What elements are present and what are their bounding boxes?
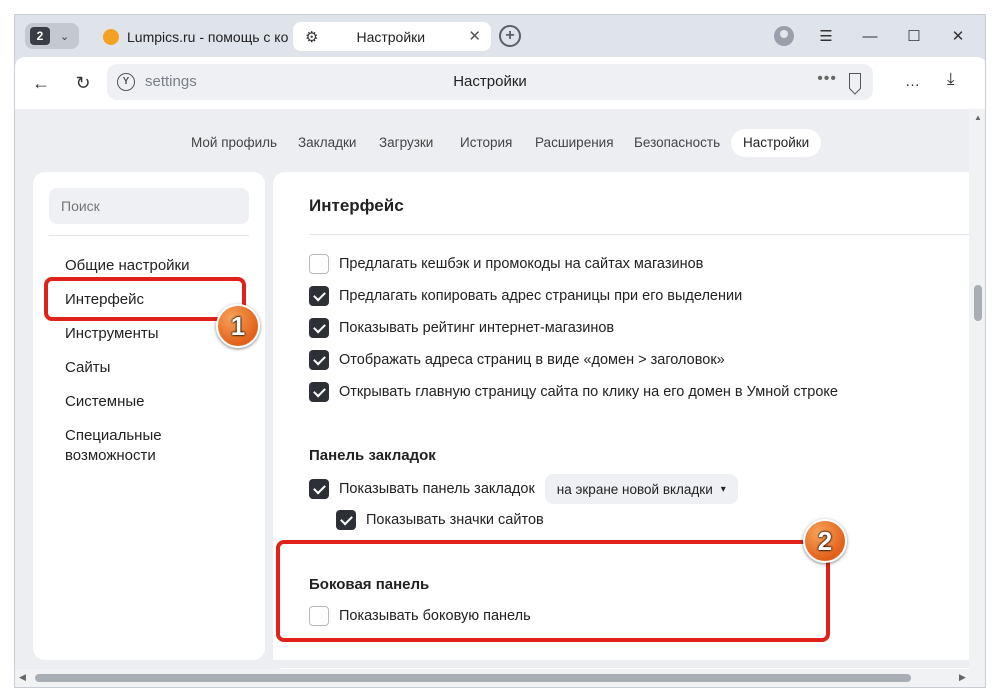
- checkbox[interactable]: [309, 350, 329, 370]
- tab-my-profile[interactable]: Мой профиль: [191, 129, 277, 157]
- maximize-icon[interactable]: ☐: [901, 23, 927, 49]
- tab-lumpics[interactable]: Lumpics.ru - помощь с ко: [95, 22, 289, 51]
- option-label: Показывать панель закладок: [339, 481, 535, 497]
- option-domain-title[interactable]: Отображать адреса страниц в виде «домен …: [309, 350, 725, 370]
- back-arrow-icon[interactable]: ←: [29, 71, 53, 95]
- step-badge-1: 1: [216, 304, 260, 348]
- bookmarks-bar-dropdown[interactable]: на экране новой вкладки ▾: [544, 474, 738, 504]
- option-label: Показывать рейтинг интернет-магазинов: [339, 320, 615, 336]
- option-open-main-page[interactable]: Открывать главную страницу сайта по клик…: [309, 382, 838, 402]
- minimize-icon[interactable]: —: [857, 23, 883, 49]
- sidebar-item-accessibility[interactable]: Специальные возможности: [65, 426, 185, 466]
- address-bar[interactable]: Y settings Настройки •••: [107, 64, 873, 100]
- bookmarks-panel-heading: Панель закладок: [309, 447, 436, 464]
- navigation-bar: ← ↻ Y settings Настройки ••• … ⤓: [15, 57, 985, 109]
- profile-button[interactable]: [771, 23, 797, 49]
- checkbox[interactable]: [309, 318, 329, 338]
- sidebar-item-general[interactable]: Общие настройки: [65, 256, 245, 276]
- bookmark-icon[interactable]: [849, 73, 861, 89]
- scroll-right-icon[interactable]: ▶: [959, 672, 966, 683]
- search-input[interactable]: [49, 188, 249, 224]
- scrollbar-thumb[interactable]: [35, 674, 911, 682]
- page-title: Настройки: [453, 73, 527, 90]
- option-label: Открывать главную страницу сайта по клик…: [339, 384, 838, 400]
- option-show-site-icons[interactable]: Показывать значки сайтов: [336, 510, 544, 530]
- title-bar: 2 ⌄ Lumpics.ru - помощь с ко ⚙ Настройки…: [15, 15, 985, 57]
- chevron-down-icon: ⌄: [60, 30, 70, 43]
- vertical-scrollbar[interactable]: ▲: [969, 109, 985, 673]
- divider: [309, 234, 969, 235]
- horizontal-scrollbar[interactable]: ◀ ▶: [15, 669, 985, 687]
- checkbox[interactable]: [309, 286, 329, 306]
- tab-history[interactable]: История: [460, 129, 512, 157]
- more-dots-icon[interactable]: …: [905, 73, 920, 90]
- checkbox[interactable]: [309, 254, 329, 274]
- tab-count: 2: [30, 27, 50, 45]
- option-label: Предлагать кешбэк и промокоды на сайтах …: [339, 256, 704, 272]
- scrollbar-thumb[interactable]: [974, 285, 982, 321]
- lumpics-favicon-icon: [103, 28, 119, 45]
- scroll-up-icon[interactable]: ▲: [974, 113, 982, 122]
- tab-extensions[interactable]: Расширения: [535, 129, 614, 157]
- close-window-icon[interactable]: ✕: [945, 23, 971, 49]
- option-shop-rating[interactable]: Показывать рейтинг интернет-магазинов: [309, 318, 614, 338]
- more-dots-icon[interactable]: •••: [817, 70, 837, 88]
- chevron-down-icon: ▾: [720, 483, 726, 495]
- scroll-left-icon[interactable]: ◀: [19, 672, 26, 683]
- tab-security[interactable]: Безопасность: [634, 129, 720, 157]
- new-tab-button[interactable]: +: [499, 25, 521, 47]
- avatar-icon: [774, 26, 794, 46]
- sidebar-item-sites[interactable]: Сайты: [65, 358, 245, 378]
- tab-downloads[interactable]: Загрузки: [379, 129, 433, 157]
- dropdown-value: на экране новой вкладки: [556, 481, 713, 497]
- menu-icon[interactable]: ☰: [813, 23, 839, 49]
- option-label: Отображать адреса страниц в виде «домен …: [339, 352, 725, 368]
- section-tabs: Мой профиль Закладки Загрузки История Ра…: [15, 129, 969, 159]
- option-copy-address[interactable]: Предлагать копировать адрес страницы при…: [309, 286, 742, 306]
- step-badge-2: 2: [803, 519, 847, 563]
- settings-sidebar: Общие настройки Интерфейс Инструменты Са…: [33, 172, 265, 660]
- download-icon[interactable]: ⤓: [947, 69, 955, 89]
- close-tab-icon[interactable]: ✕: [468, 27, 481, 45]
- sidebar-item-system[interactable]: Системные: [65, 392, 245, 412]
- tab-settings[interactable]: Настройки: [731, 129, 822, 157]
- tab-label: Lumpics.ru - помощь с ко: [127, 28, 289, 45]
- highlight-interface: [44, 277, 246, 321]
- tab-settings[interactable]: ⚙ Настройки ✕: [293, 22, 491, 51]
- gear-icon: ⚙: [305, 28, 319, 46]
- tab-bookmarks[interactable]: Закладки: [298, 129, 356, 157]
- section-title: Интерфейс: [309, 196, 404, 215]
- tab-switcher-button[interactable]: 2 ⌄: [25, 23, 79, 49]
- checkbox[interactable]: [336, 510, 356, 530]
- highlight-side-panel: [276, 540, 830, 642]
- divider: [49, 235, 249, 236]
- checkbox[interactable]: [309, 479, 329, 499]
- tab-label: Настройки: [356, 28, 426, 45]
- option-cashback[interactable]: Предлагать кешбэк и промокоды на сайтах …: [309, 254, 703, 274]
- option-label: Показывать значки сайтов: [366, 512, 544, 528]
- option-show-bookmarks-bar[interactable]: Показывать панель закладок на экране нов…: [309, 474, 738, 504]
- reload-icon[interactable]: ↻: [71, 71, 95, 95]
- option-label: Предлагать копировать адрес страницы при…: [339, 288, 743, 304]
- checkbox[interactable]: [309, 382, 329, 402]
